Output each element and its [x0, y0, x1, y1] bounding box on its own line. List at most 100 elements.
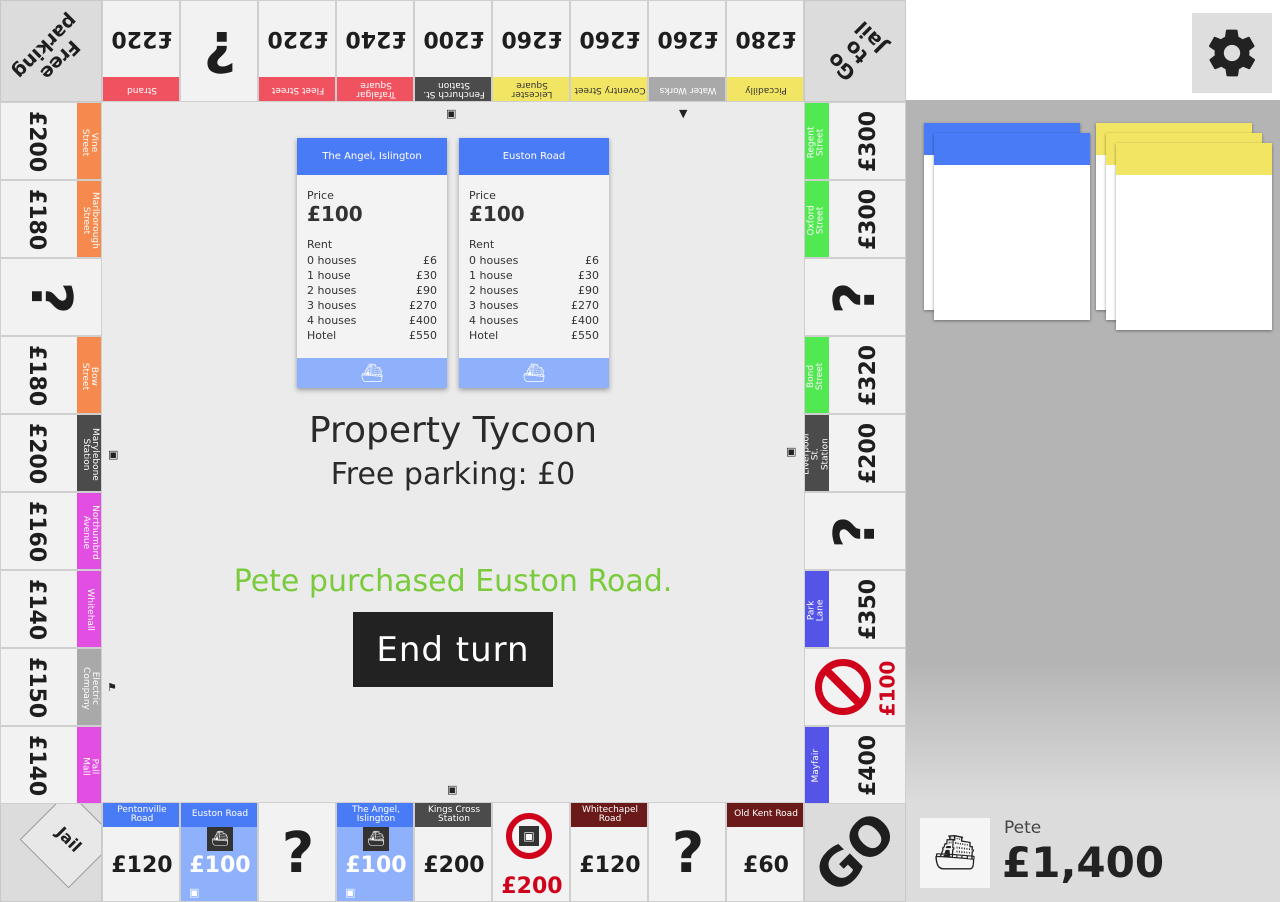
rent-label: Hotel — [307, 329, 337, 342]
tile-price: £120 — [579, 852, 641, 878]
owned-properties-panel — [906, 100, 1280, 802]
board-tile-fleet-street[interactable]: Fleet Street £220 — [258, 0, 336, 102]
tile-color-bar: Euston Road — [181, 803, 257, 827]
card-price: £100 — [307, 202, 363, 226]
property-card-euston-road[interactable]: Euston Road Price £100 Rent 0 houses £6 1 … — [459, 138, 609, 388]
board-tile-old-kent-road[interactable]: Old Kent Road £60 — [726, 802, 804, 902]
question-icon: ? — [18, 281, 84, 315]
rent-label: 2 houses — [307, 284, 357, 297]
tile-name: Oxford Street — [806, 204, 826, 236]
board-tile-whitehall[interactable]: Whitehall £140 — [0, 570, 102, 648]
board-tile-chance-right-2[interactable]: ? — [804, 258, 906, 336]
no-entry-icon — [815, 659, 871, 715]
tile-price: £400 — [856, 735, 882, 797]
settings-button[interactable] — [1192, 13, 1272, 93]
tile-color-bar: Piccadilly — [727, 77, 803, 101]
tile-price: £180 — [24, 189, 50, 251]
game-title: Property Tycoon — [308, 410, 598, 451]
tile-price-wrap: £160 — [7, 493, 67, 569]
rent-label: 1 house — [307, 269, 351, 282]
board-tile-water-works[interactable]: Water Works £260 — [648, 0, 726, 102]
board-tile-northumbrd-avenue[interactable]: Northumbrd Avenue £160 — [0, 492, 102, 570]
player-panel: ⛴ Pete £1,400 — [906, 802, 1280, 902]
board-tile-coventry-street[interactable]: Coventry Street £260 — [570, 0, 648, 102]
board-tile-bow-street[interactable]: Bow Street £180 — [0, 336, 102, 414]
tile-price: £140 — [24, 579, 50, 641]
board-tile-pentonville-road[interactable]: Pentonville Road £120 — [102, 802, 180, 902]
board-tile-oxford-street[interactable]: Oxford Street £300 — [804, 180, 906, 258]
board-tile-whitechapel-road[interactable]: Whitechapel Road £120 — [570, 802, 648, 902]
board-tile-super-tax[interactable]: £100 — [804, 648, 906, 726]
card-title: The Angel, Islington — [297, 138, 447, 175]
tile-price: £180 — [24, 345, 50, 407]
board-tile-income-tax[interactable]: ▣ £200 — [492, 802, 570, 902]
tile-color-bar: Mayfair — [805, 727, 829, 803]
board-tile-chance-1[interactable]: ? — [180, 0, 258, 102]
rent-row: 3 houses £270 — [307, 298, 437, 313]
tile-price: £200 — [24, 111, 50, 173]
go-to-jail-corner: Go to Jail — [804, 0, 906, 102]
board-tile-marylebone-station[interactable]: Marylebone Station £200 — [0, 414, 102, 492]
board-tile-park-lane[interactable]: Park Lane £350 — [804, 570, 906, 648]
rent-value: £6 — [423, 254, 437, 267]
board-tile-piccadilly[interactable]: Piccadilly £280 — [726, 0, 804, 102]
board-tile-trafalgar-square[interactable]: Trafalgar Square £240 — [336, 0, 414, 102]
tile-color-bar: Oxford Street — [805, 181, 829, 257]
owned-card-yellow-front[interactable] — [1116, 143, 1272, 330]
rent-label: 3 houses — [307, 299, 357, 312]
tile-price: £300 — [856, 189, 882, 251]
tile-price: £260 — [579, 26, 641, 52]
board-tile-kings-cross-station[interactable]: Kings Cross Station £200 — [414, 802, 492, 902]
board-tile-electric-company[interactable]: Electric Company £150 — [0, 648, 102, 726]
tile-price: £120 — [111, 852, 173, 878]
tile-price-wrap: £200 — [839, 415, 899, 491]
rent-label: Hotel — [469, 329, 499, 342]
board-tile-leicester-square[interactable]: Leicester Square £260 — [492, 0, 570, 102]
board-tile-marlborough-street[interactable]: Marlborough Street £180 — [0, 180, 102, 258]
board-tile-chance-7[interactable]: ? — [648, 802, 726, 902]
board-tile-mayfair[interactable]: Mayfair £400 — [804, 726, 906, 804]
tile-color-bar: Strand — [103, 77, 179, 101]
tile-price-wrap: £320 — [839, 337, 899, 413]
card-rent-label: Rent — [469, 238, 495, 251]
end-turn-button[interactable]: End turn — [353, 612, 553, 687]
rent-row: 3 houses £270 — [469, 298, 599, 313]
player-token-marker-left-lower: ⚑ — [107, 681, 117, 694]
tile-color-bar: Park Lane — [805, 571, 829, 647]
board-tile-chance-2[interactable]: ? — [258, 802, 336, 902]
tile-price-wrap: £140 — [7, 571, 67, 647]
tile-price-wrap: £180 — [7, 181, 67, 257]
tile-name: Regent Street — [806, 126, 826, 158]
board-tile-pall-mall[interactable]: Pall Mall £140 — [0, 726, 102, 804]
card-color-band — [934, 133, 1090, 165]
tile-price: £320 — [856, 345, 882, 407]
board-tile-the-angel-islington[interactable]: The Angel, Islington ⛴ ▣ £100 — [336, 802, 414, 902]
board-tile-fenchurch-st-station[interactable]: Fenchurch St. Station £200 — [414, 0, 492, 102]
tile-color-bar: Kings Cross Station — [415, 803, 491, 827]
tile-color-bar: Whitehall — [77, 571, 101, 647]
rent-row: 2 houses £90 — [469, 283, 599, 298]
board-tile-euston-road[interactable]: Euston Road ⛴ ▣ £100 — [180, 802, 258, 902]
board-tile-vine-street[interactable]: Vine Street £200 — [0, 102, 102, 180]
board-tile-bond-street[interactable]: Bond Street £320 — [804, 336, 906, 414]
tile-color-bar: Pentonville Road — [103, 803, 179, 827]
ship-icon: ⛴ — [459, 358, 609, 388]
tile-name: Electric Company — [80, 666, 100, 710]
board-tile-liverpool-st-station[interactable]: Liverpool St. Station £200 — [804, 414, 906, 492]
tile-price: £100 — [345, 852, 407, 878]
jail-label: Jail — [51, 822, 86, 857]
board-tile-strand[interactable]: Strand £220 — [102, 0, 180, 102]
tile-price-wrap: £180 — [7, 337, 67, 413]
board-tile-chance-right-5[interactable]: ? — [804, 492, 906, 570]
question-icon: ? — [671, 820, 705, 886]
tile-price: £200 — [423, 852, 485, 878]
free-parking-pot: Free parking: £0 — [330, 457, 576, 492]
board-tile-chance-left-2[interactable]: ? — [0, 258, 102, 336]
question-icon: ? — [822, 515, 888, 549]
property-card-angel-islington[interactable]: The Angel, Islington Price £100 Rent 0 h… — [297, 138, 447, 388]
board-tile-regent-street[interactable]: Regent Street £300 — [804, 102, 906, 180]
tile-price: £350 — [856, 579, 882, 641]
tile-price: £220 — [111, 26, 173, 52]
player-token-marker-top: ▣ — [446, 107, 457, 120]
owned-card-blue-front[interactable] — [934, 133, 1090, 320]
